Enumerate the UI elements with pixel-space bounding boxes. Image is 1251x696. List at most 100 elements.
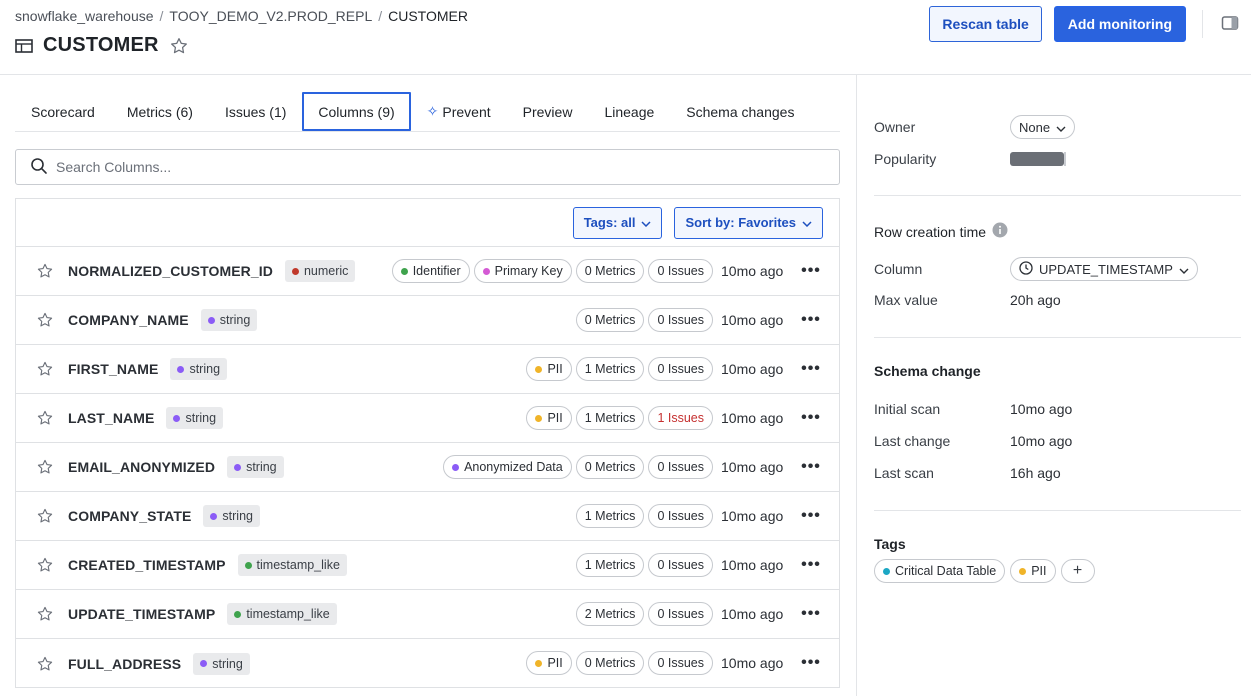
favorite-star-icon[interactable] <box>36 262 54 280</box>
metrics-count[interactable]: 0 Metrics <box>575 308 645 332</box>
favorite-star-icon[interactable] <box>36 360 54 378</box>
column-name[interactable]: UPDATE_TIMESTAMP <box>68 606 215 622</box>
table-row[interactable]: FULL_ADDRESS string PII 0 Metrics 0 Issues 10… <box>16 639 839 688</box>
table-row[interactable]: LAST_NAME string PII 1 Metrics 1 Issues 10mo … <box>16 394 839 443</box>
row-meta: 1 Metrics 0 Issues 10mo ago ••• <box>575 541 821 589</box>
more-options-icon[interactable]: ••• <box>801 605 821 623</box>
more-options-icon[interactable]: ••• <box>801 360 821 378</box>
metrics-count[interactable]: 1 Metrics <box>575 406 645 430</box>
column-name[interactable]: NORMALIZED_CUSTOMER_ID <box>68 263 273 279</box>
column-tag[interactable]: PII <box>526 357 572 381</box>
table-row[interactable]: CREATED_TIMESTAMP timestamp_like 1 Metrics… <box>16 541 839 590</box>
sort-by-label: Sort by: Favorites <box>685 215 796 230</box>
table-row[interactable]: FIRST_NAME string PII 1 Metrics 0 Issues 10mo… <box>16 345 839 394</box>
column-dropdown[interactable]: UPDATE_TIMESTAMP <box>1010 257 1198 281</box>
more-options-icon[interactable]: ••• <box>801 458 821 476</box>
issues-count[interactable]: 0 Issues <box>648 504 713 528</box>
column-tag[interactable]: PII <box>526 406 572 430</box>
issues-count[interactable]: 1 Issues <box>648 406 713 430</box>
metrics-count[interactable]: 1 Metrics <box>575 357 645 381</box>
add-monitoring-button[interactable]: Add monitoring <box>1053 6 1186 42</box>
row-meta: 2 Metrics 0 Issues 10mo ago ••• <box>575 590 821 638</box>
favorite-star-icon[interactable] <box>169 36 189 56</box>
favorite-star-icon[interactable] <box>36 458 54 476</box>
column-label: Column <box>874 261 923 277</box>
divider <box>874 195 1241 196</box>
toggle-side-panel-icon[interactable] <box>1221 15 1239 34</box>
last-change-row: Last change 10mo ago <box>874 433 1072 449</box>
more-options-icon[interactable]: ••• <box>801 507 821 525</box>
tag-dot <box>482 267 490 275</box>
favorite-star-icon[interactable] <box>36 311 54 329</box>
column-type: string <box>212 656 243 671</box>
tab-preview[interactable]: Preview <box>507 92 589 131</box>
column-tag[interactable]: Primary Key <box>473 259 572 283</box>
last-updated: 10mo ago <box>721 263 784 279</box>
more-options-icon[interactable]: ••• <box>801 262 821 280</box>
issues-count[interactable]: 0 Issues <box>648 308 713 332</box>
column-tag[interactable]: Anonymized Data <box>443 455 572 479</box>
metrics-count[interactable]: 1 Metrics <box>575 504 645 528</box>
tab-issues[interactable]: Issues (1) <box>209 92 302 131</box>
issues-count[interactable]: 0 Issues <box>648 602 713 626</box>
last-updated: 10mo ago <box>721 361 784 377</box>
tags-filter-dropdown[interactable]: Tags: all <box>572 206 663 239</box>
breadcrumb-item-warehouse[interactable]: snowflake_warehouse <box>15 8 154 24</box>
issues-count[interactable]: 0 Issues <box>648 455 713 479</box>
tab-scorecard[interactable]: Scorecard <box>15 92 111 131</box>
last-updated: 10mo ago <box>721 655 784 671</box>
column-name[interactable]: LAST_NAME <box>68 410 154 426</box>
favorite-star-icon[interactable] <box>36 655 54 673</box>
favorite-star-icon[interactable] <box>36 605 54 623</box>
issues-count[interactable]: 0 Issues <box>648 651 713 675</box>
last-updated: 10mo ago <box>721 606 784 622</box>
metrics-count[interactable]: 0 Metrics <box>575 651 645 675</box>
details-panel: Owner None Popularity Row creation time … <box>856 75 1251 696</box>
tag-label: PII <box>547 411 563 425</box>
add-tag-button[interactable]: + <box>1060 559 1095 583</box>
issues-count[interactable]: 0 Issues <box>648 259 713 283</box>
issues-count[interactable]: 0 Issues <box>648 357 713 381</box>
sort-by-dropdown[interactable]: Sort by: Favorites <box>674 206 823 239</box>
favorite-star-icon[interactable] <box>36 507 54 525</box>
column-tag[interactable]: Identifier <box>391 259 470 283</box>
metrics-count[interactable]: 0 Metrics <box>575 455 645 479</box>
metrics-count[interactable]: 2 Metrics <box>575 602 645 626</box>
column-name[interactable]: COMPANY_NAME <box>68 312 189 328</box>
column-name[interactable]: CREATED_TIMESTAMP <box>68 557 226 573</box>
tab-prevent[interactable]: ✧ Prevent <box>411 92 507 131</box>
column-name[interactable]: COMPANY_STATE <box>68 508 191 524</box>
breadcrumb-item-schema[interactable]: TOOY_DEMO_V2.PROD_REPL <box>169 8 372 24</box>
info-icon[interactable] <box>992 222 1008 241</box>
owner-dropdown[interactable]: None <box>1010 115 1076 139</box>
table-row[interactable]: COMPANY_NAME string 0 Metrics 0 Issues 10mo … <box>16 296 839 345</box>
rescan-table-button[interactable]: Rescan table <box>929 6 1042 42</box>
table-row[interactable]: NORMALIZED_CUSTOMER_ID numeric Identifier P… <box>16 247 839 296</box>
tag-pii[interactable]: PII <box>1010 559 1056 583</box>
search-columns-input[interactable] <box>56 159 756 175</box>
column-name[interactable]: EMAIL_ANONYMIZED <box>68 459 215 475</box>
more-options-icon[interactable]: ••• <box>801 409 821 427</box>
tab-metrics[interactable]: Metrics (6) <box>111 92 209 131</box>
column-tag[interactable]: PII <box>526 651 572 675</box>
tab-columns[interactable]: Columns (9) <box>302 92 411 131</box>
tab-lineage[interactable]: Lineage <box>588 92 670 131</box>
tag-critical-data-table[interactable]: Critical Data Table <box>874 559 1006 583</box>
table-row[interactable]: COMPANY_STATE string 1 Metrics 0 Issues 10mo… <box>16 492 839 541</box>
table-row[interactable]: UPDATE_TIMESTAMP timestamp_like 2 Metrics 0… <box>16 590 839 639</box>
metrics-count[interactable]: 1 Metrics <box>575 553 645 577</box>
chevron-down-icon <box>802 215 812 230</box>
favorite-star-icon[interactable] <box>36 556 54 574</box>
column-name[interactable]: FIRST_NAME <box>68 361 158 377</box>
table-row[interactable]: EMAIL_ANONYMIZED string Anonymized Data 0 M… <box>16 443 839 492</box>
more-options-icon[interactable]: ••• <box>801 654 821 672</box>
tab-schema-changes[interactable]: Schema changes <box>670 92 810 131</box>
more-options-icon[interactable]: ••• <box>801 556 821 574</box>
row-meta: PII 0 Metrics 0 Issues 10mo ago ••• <box>526 639 821 687</box>
favorite-star-icon[interactable] <box>36 409 54 427</box>
column-name[interactable]: FULL_ADDRESS <box>68 656 181 672</box>
metrics-count[interactable]: 0 Metrics <box>575 259 645 283</box>
more-options-icon[interactable]: ••• <box>801 311 821 329</box>
row-meta: Identifier Primary Key 0 Metrics 0 Issues 10… <box>391 247 821 295</box>
issues-count[interactable]: 0 Issues <box>648 553 713 577</box>
